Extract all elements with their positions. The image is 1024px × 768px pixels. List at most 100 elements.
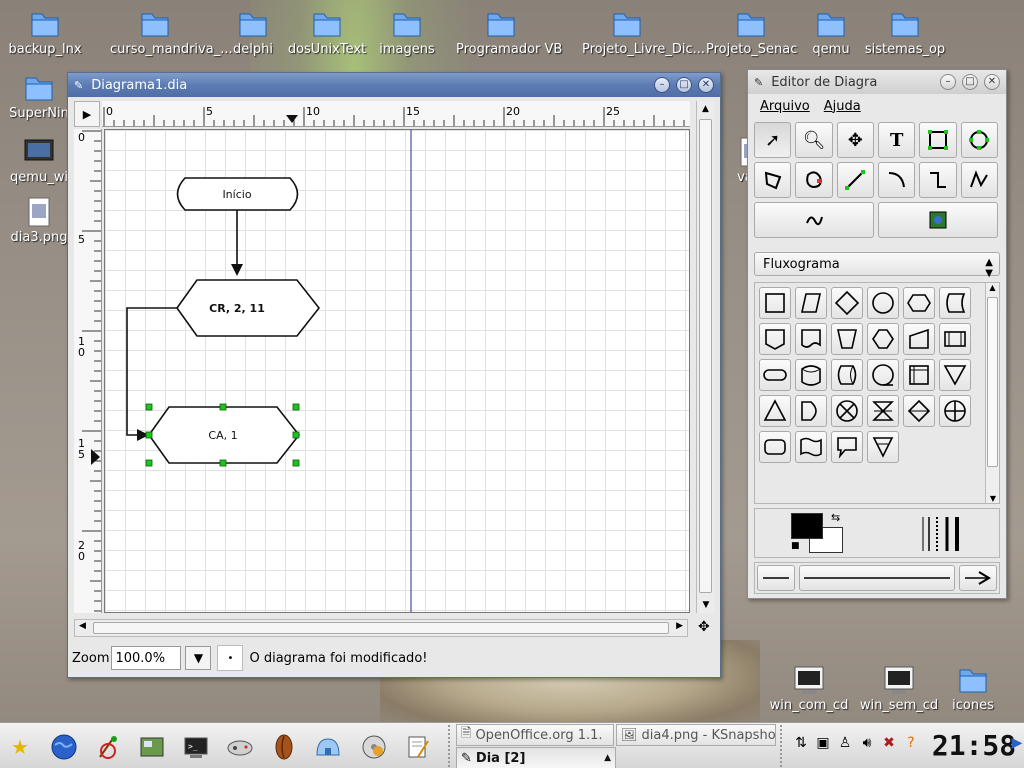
close-icon[interactable]: ✕ [984,74,1000,90]
image-viewer-launcher-icon[interactable] [136,731,168,763]
disconnect-icon[interactable]: ✖ [880,732,898,754]
alternate-process-shape-icon[interactable] [759,431,791,463]
scroll-up-icon[interactable]: ▲ [697,101,714,117]
zoom-input[interactable] [111,646,182,670]
scroll-up-icon[interactable]: ▲ [986,283,999,292]
scroll-right-icon[interactable]: ▶ [676,621,683,631]
maximize-icon[interactable]: □ [962,74,978,90]
bezier-line-icon[interactable] [754,202,874,238]
terminal-launcher-icon[interactable]: >_ [180,731,212,763]
toolbox-app-icon[interactable]: ✎ [754,76,763,89]
dia-app-icon[interactable]: ✎ [74,79,83,92]
minimize-icon[interactable]: – [940,74,956,90]
help-icon[interactable]: ? [902,732,920,754]
cd-burner-launcher-icon[interactable] [358,731,390,763]
globe-browser-icon[interactable] [48,731,80,763]
foreground-color-swatch[interactable] [791,513,823,539]
box-icon[interactable] [919,122,957,158]
desktop-icon[interactable]: curso_mandriva_... [110,8,233,57]
sort-shape-icon[interactable] [903,395,935,427]
desktop-icon[interactable]: sistemas_op [860,8,950,57]
connector-shape-icon[interactable] [867,287,899,319]
manual-input-shape-icon[interactable] [903,323,935,355]
vertical-scroll-thumb[interactable] [699,119,712,593]
desktop-icon[interactable]: win_com_cd [764,664,854,713]
magnetic-disk-shape-icon[interactable] [795,359,827,391]
menu-arquivo[interactable]: Arquivo [760,99,810,114]
sequential-data-shape-icon[interactable] [867,359,899,391]
display-shape-icon[interactable] [867,323,899,355]
move-icon[interactable]: ✥ [836,122,874,158]
horizontal-scrollbar[interactable]: ◀ ▶ [74,619,688,637]
preparation-shape-icon[interactable] [903,287,935,319]
menu-arrow-button[interactable]: ▶ [74,101,100,127]
predefined-process-shape-icon[interactable] [939,323,971,355]
document-shape-icon[interactable] [795,323,827,355]
flowchart-terminator-shape[interactable]: Início [176,177,299,211]
horizontal-scroll-thumb[interactable] [93,622,669,634]
window-titlebar[interactable]: ✎ Diagrama1.dia – □ ✕ [68,73,720,97]
pointer-icon[interactable]: ➚ [754,122,792,158]
toolbox-titlebar[interactable]: ✎ Editor de Diagra – □ ✕ [748,70,1006,94]
merge-shape-icon[interactable] [939,359,971,391]
diagram-canvas[interactable]: Início CR, 2, 11 CA, 1 [104,129,690,613]
flowchart-preparation-shape-1[interactable]: CR, 2, 11 [176,279,321,337]
snap-to-grid-toggle[interactable]: • [217,645,244,671]
offpage-shape-icon[interactable] [759,323,791,355]
process-shape-icon[interactable] [759,287,791,319]
line-width-selector[interactable] [919,515,967,553]
diagram-svg[interactable]: Início CR, 2, 11 CA, 1 [105,130,690,613]
dia-launcher-icon[interactable] [92,731,124,763]
user-icon[interactable]: ♙ [836,732,854,754]
data-shape-icon[interactable] [795,287,827,319]
extract-shape-icon[interactable] [759,395,791,427]
sheet-selector[interactable]: Fluxograma ▲ ▼ [754,252,1000,279]
line-icon[interactable] [836,162,874,198]
text-editor-launcher-icon[interactable] [402,731,434,763]
shapes-scrollbar[interactable]: ▲ ▼ [985,283,999,503]
dia-diagram-window[interactable]: ✎ Diagrama1.dia – □ ✕ ▶ 0 5 10 15 20 25 0 5 10 1… [67,72,721,678]
java-bean-launcher-icon[interactable] [268,731,300,763]
task-dia[interactable]: ✎ Dia [2] ▲ [456,747,616,768]
direct-access-shape-icon[interactable] [831,359,863,391]
zigzag-icon[interactable] [919,162,957,198]
decision-shape-icon[interactable] [831,287,863,319]
scroll-down-icon[interactable]: ▼ [986,494,1000,503]
offline-storage-shape-icon[interactable] [867,431,899,463]
minimize-icon[interactable]: – [654,77,670,93]
or-shape-icon[interactable] [939,395,971,427]
stored-data-shape-icon[interactable] [939,287,971,319]
desktop-icon[interactable]: backup_lnx [0,8,90,57]
desktop-icon[interactable]: imagens [362,8,452,57]
navigation-cross-icon[interactable]: ✥ [698,619,710,635]
punched-tape-shape-icon[interactable] [795,431,827,463]
desktop-icon[interactable]: Programador VB [456,8,562,57]
arc-icon[interactable] [877,162,916,198]
desktop-icon[interactable]: icones [928,664,1018,713]
star-menu-icon[interactable]: ★ [4,731,36,763]
close-icon[interactable]: ✕ [698,77,714,93]
vertical-scrollbar[interactable]: ▲ ▼ [696,101,714,613]
connector-start-to-process[interactable] [231,210,243,276]
collate-shape-icon[interactable] [867,395,899,427]
scroll-down-icon[interactable]: ▼ [697,597,715,613]
gamepad-launcher-icon[interactable] [224,731,256,763]
default-colors-icon[interactable]: ■ [791,541,800,551]
task-openoffice[interactable]: 🗎 OpenOffice.org 1.1. [456,724,614,746]
polyline-icon[interactable] [960,162,998,198]
zoom-dropdown-icon[interactable]: ▼ [185,646,212,670]
magnify-icon[interactable]: 🔍︎ [795,122,833,158]
network-icon[interactable]: ⇅ [792,732,810,754]
image-icon[interactable] [878,202,998,238]
menu-ajuda[interactable]: Ajuda [824,99,861,114]
ellipse-icon[interactable] [960,122,998,158]
start-arrow-selector[interactable] [757,565,795,591]
text-icon[interactable]: T [877,122,916,158]
display-icon[interactable]: ▣ [814,732,832,754]
maximize-icon[interactable]: □ [676,77,692,93]
shapes-scroll-thumb[interactable] [987,297,998,467]
igloo-launcher-icon[interactable] [312,731,344,763]
terminal-shape-icon[interactable] [759,359,791,391]
desktop-icon[interactable]: dosUnixText [282,8,372,57]
volume-icon[interactable]: 🔊︎ [858,732,876,754]
